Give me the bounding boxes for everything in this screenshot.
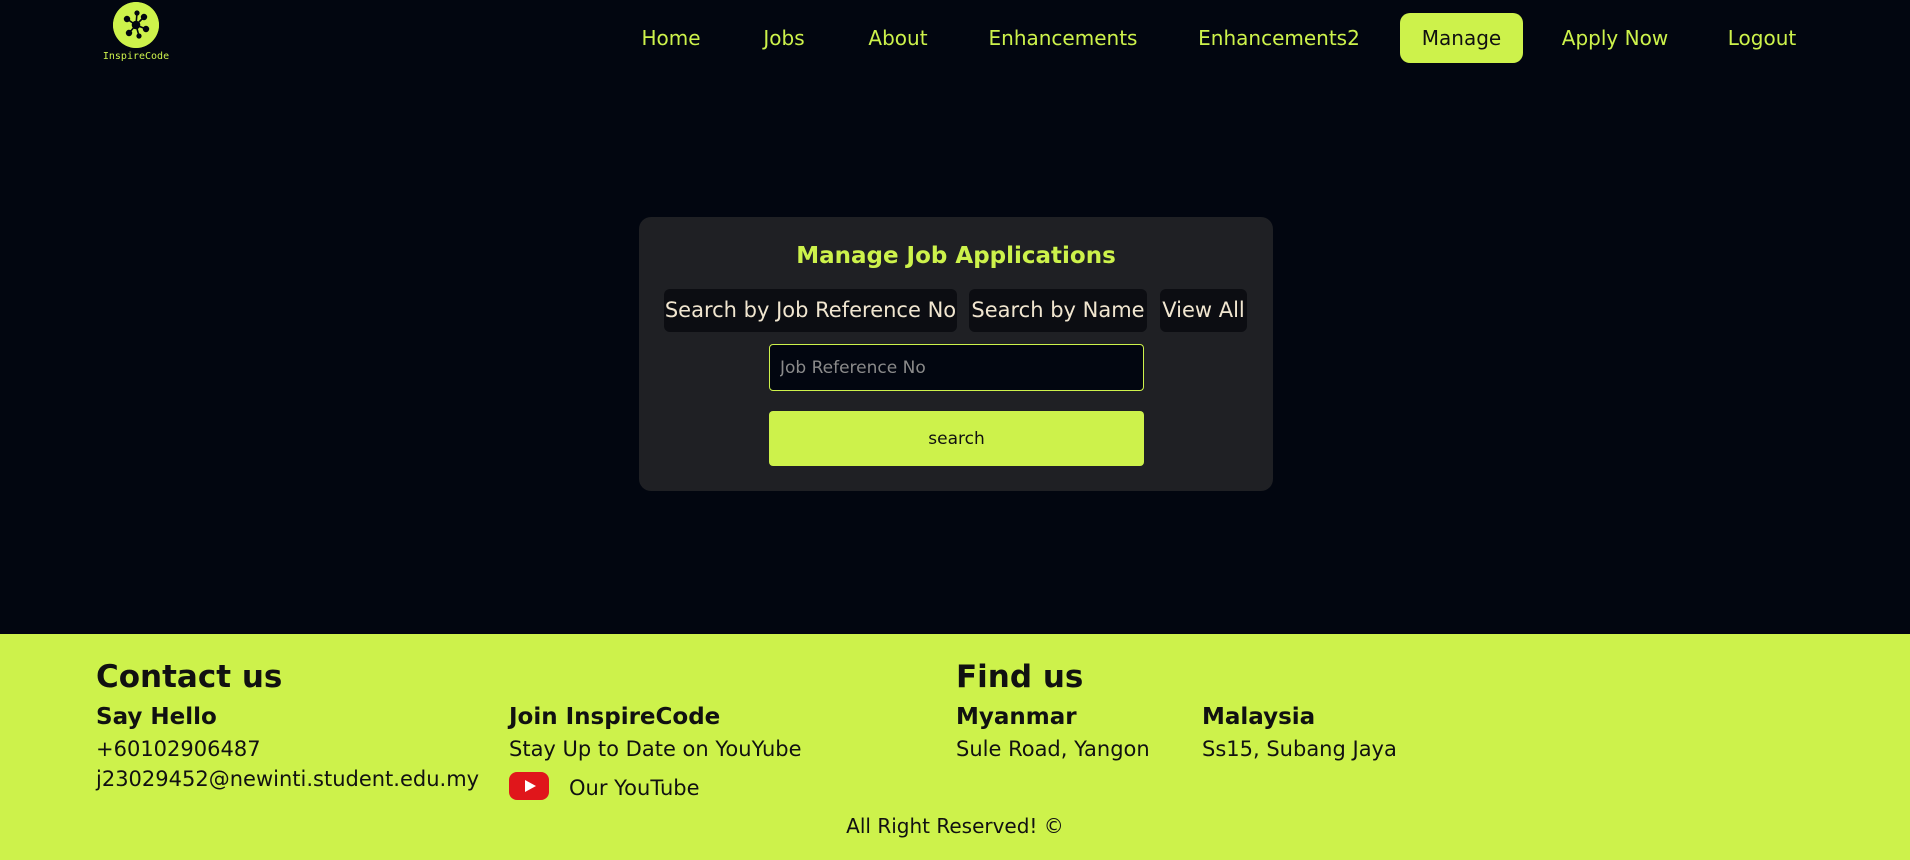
join-subtitle: Stay Up to Date on YouYube bbox=[509, 737, 802, 761]
nav-enhancements2[interactable]: Enhancements2 bbox=[1189, 13, 1369, 63]
main-nav: Home Jobs About Enhancements Enhancement… bbox=[0, 13, 1910, 63]
contact-phone: +60102906487 bbox=[96, 737, 261, 761]
tab-view-all[interactable]: View All bbox=[1160, 289, 1247, 332]
location-country: Myanmar bbox=[956, 704, 1077, 730]
nav-apply-now[interactable]: Apply Now bbox=[1556, 13, 1674, 63]
youtube-icon[interactable] bbox=[509, 772, 549, 800]
nav-about[interactable]: About bbox=[856, 13, 940, 63]
contact-email[interactable]: j23029452@newinti.student.edu.my bbox=[96, 767, 479, 791]
location-address: Sule Road, Yangon bbox=[956, 737, 1150, 761]
nav-enhancements[interactable]: Enhancements bbox=[978, 13, 1148, 63]
find-us-heading: Find us bbox=[956, 659, 1084, 695]
tab-search-by-reference[interactable]: Search by Job Reference No bbox=[664, 289, 957, 332]
nav-home[interactable]: Home bbox=[628, 13, 714, 63]
tab-search-by-name[interactable]: Search by Name bbox=[969, 289, 1147, 332]
page-title: Manage Job Applications bbox=[796, 243, 1116, 269]
search-button[interactable]: search bbox=[769, 411, 1144, 466]
footer: Contact us Say Hello +60102906487 j23029… bbox=[0, 634, 1910, 860]
nav-jobs[interactable]: Jobs bbox=[746, 13, 822, 63]
job-reference-input[interactable] bbox=[769, 344, 1144, 391]
say-hello-title: Say Hello bbox=[96, 704, 217, 730]
copyright: All Right Reserved! © bbox=[846, 814, 1064, 838]
join-title: Join InspireCode bbox=[509, 704, 721, 730]
manage-card: Manage Job Applications Search by Job Re… bbox=[639, 217, 1273, 491]
nav-manage[interactable]: Manage bbox=[1400, 13, 1523, 63]
location-address: Ss15, Subang Jaya bbox=[1202, 737, 1397, 761]
youtube-link[interactable]: Our YouTube bbox=[569, 776, 700, 800]
contact-heading: Contact us bbox=[96, 659, 283, 695]
nav-logout[interactable]: Logout bbox=[1720, 13, 1804, 63]
location-country: Malaysia bbox=[1202, 704, 1316, 730]
